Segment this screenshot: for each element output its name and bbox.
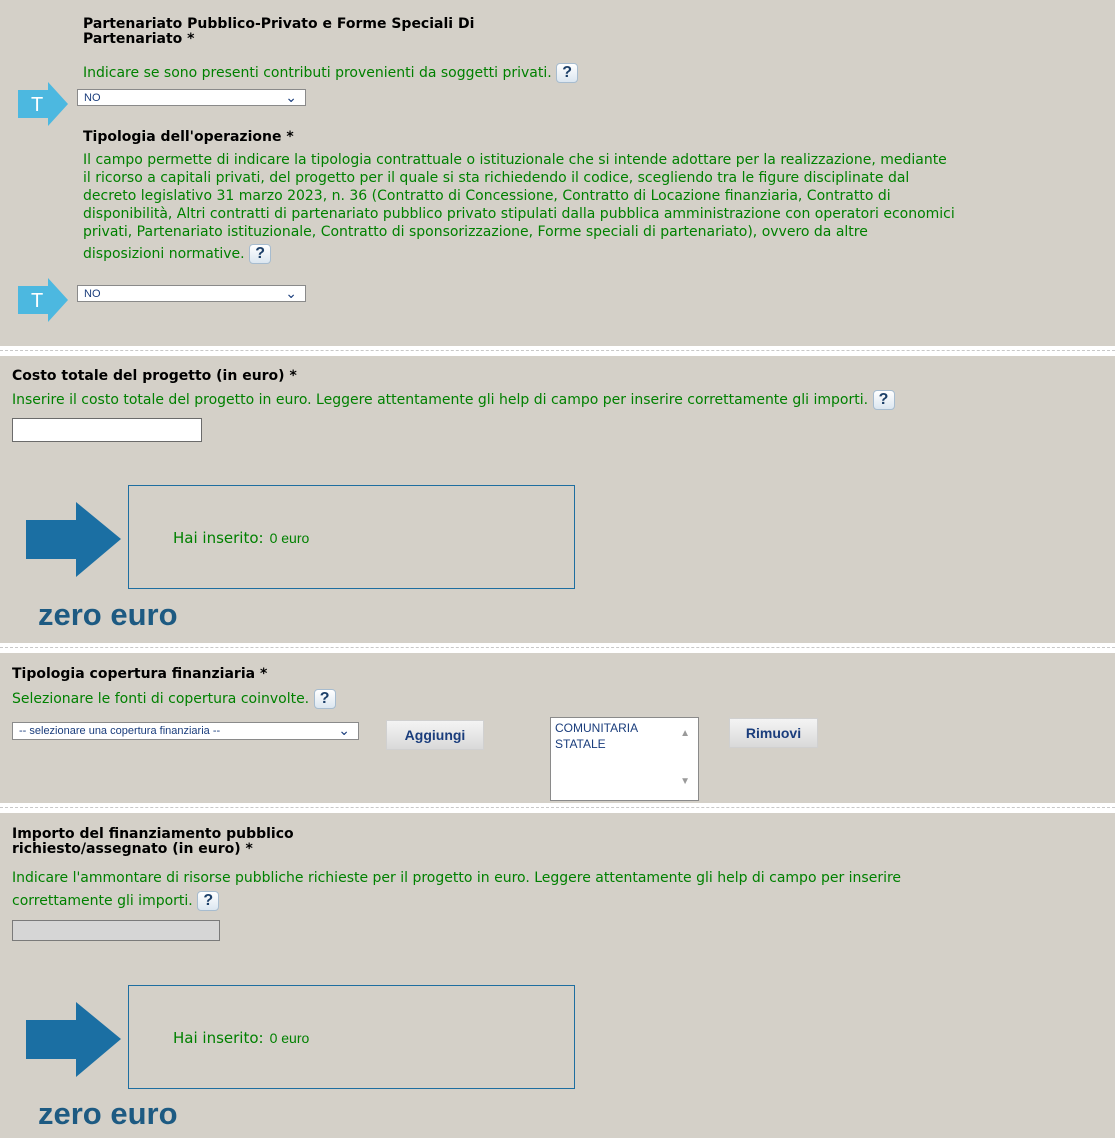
finanziamento-in-words: zero euro xyxy=(38,1096,178,1131)
help-icon[interactable]: ? xyxy=(249,244,272,264)
partenariato-select[interactable]: NO ⌄ xyxy=(77,89,306,106)
section-divider xyxy=(0,346,1115,356)
tipologia-operazione-select[interactable]: NO ⌄ xyxy=(77,285,306,302)
tooltip-arrow-icon: T xyxy=(18,82,68,126)
list-item[interactable]: STATALE xyxy=(555,737,606,751)
costo-totale-label: Costo totale del progetto (in euro) * xyxy=(12,368,297,384)
costo-totale-in-words: zero euro xyxy=(38,597,178,632)
help-icon[interactable]: ? xyxy=(556,63,579,83)
scroll-down-icon[interactable]: ▼ xyxy=(680,776,690,787)
copertura-help: Selezionare le fonti di copertura coinvo… xyxy=(12,689,336,709)
arrow-right-icon xyxy=(26,502,121,577)
partenariato-help: Indicare se sono presenti contributi pro… xyxy=(83,63,579,83)
tooltip-arrow-icon: T xyxy=(18,278,68,322)
copertura-selected-list[interactable]: COMUNITARIA STATALE ▲ ▼ xyxy=(550,717,699,801)
remove-copertura-button[interactable]: Rimuovi xyxy=(729,718,818,748)
tipologia-operazione-label: Tipologia dell'operazione * xyxy=(83,129,294,145)
chevron-down-icon: ⌄ xyxy=(285,89,297,105)
finanziamento-help: Indicare l'ammontare di risorse pubblich… xyxy=(12,870,902,911)
finanziamento-input[interactable] xyxy=(12,920,220,941)
help-icon[interactable]: ? xyxy=(313,689,336,709)
scroll-up-icon[interactable]: ▲ xyxy=(680,728,690,739)
list-item[interactable]: COMUNITARIA xyxy=(555,721,638,735)
help-icon[interactable]: ? xyxy=(197,891,220,911)
costo-totale-input[interactable] xyxy=(12,418,202,442)
svg-text:T: T xyxy=(31,94,43,116)
section-divider xyxy=(0,643,1115,653)
help-icon[interactable]: ? xyxy=(872,390,895,410)
svg-text:T: T xyxy=(31,290,43,312)
arrow-right-icon xyxy=(26,1002,121,1077)
chevron-down-icon: ⌄ xyxy=(338,722,350,738)
costo-totale-help: Inserire il costo totale del progetto in… xyxy=(12,390,895,410)
tipologia-operazione-help: Il campo permette di indicare la tipolog… xyxy=(83,152,955,264)
costo-totale-summary-box: Hai inserito: 0 euro xyxy=(128,485,575,589)
finanziamento-summary-box: Hai inserito: 0 euro xyxy=(128,985,575,1089)
partenariato-label: Partenariato Pubblico-Privato e Forme Sp… xyxy=(83,16,475,47)
section-divider xyxy=(0,803,1115,813)
copertura-label: Tipologia copertura finanziaria * xyxy=(12,666,268,682)
finanziamento-label: Importo del finanziamento pubblico richi… xyxy=(12,826,294,857)
copertura-select[interactable]: -- selezionare una copertura finanziaria… xyxy=(12,722,359,740)
add-copertura-button[interactable]: Aggiungi xyxy=(386,720,484,750)
chevron-down-icon: ⌄ xyxy=(285,285,297,301)
